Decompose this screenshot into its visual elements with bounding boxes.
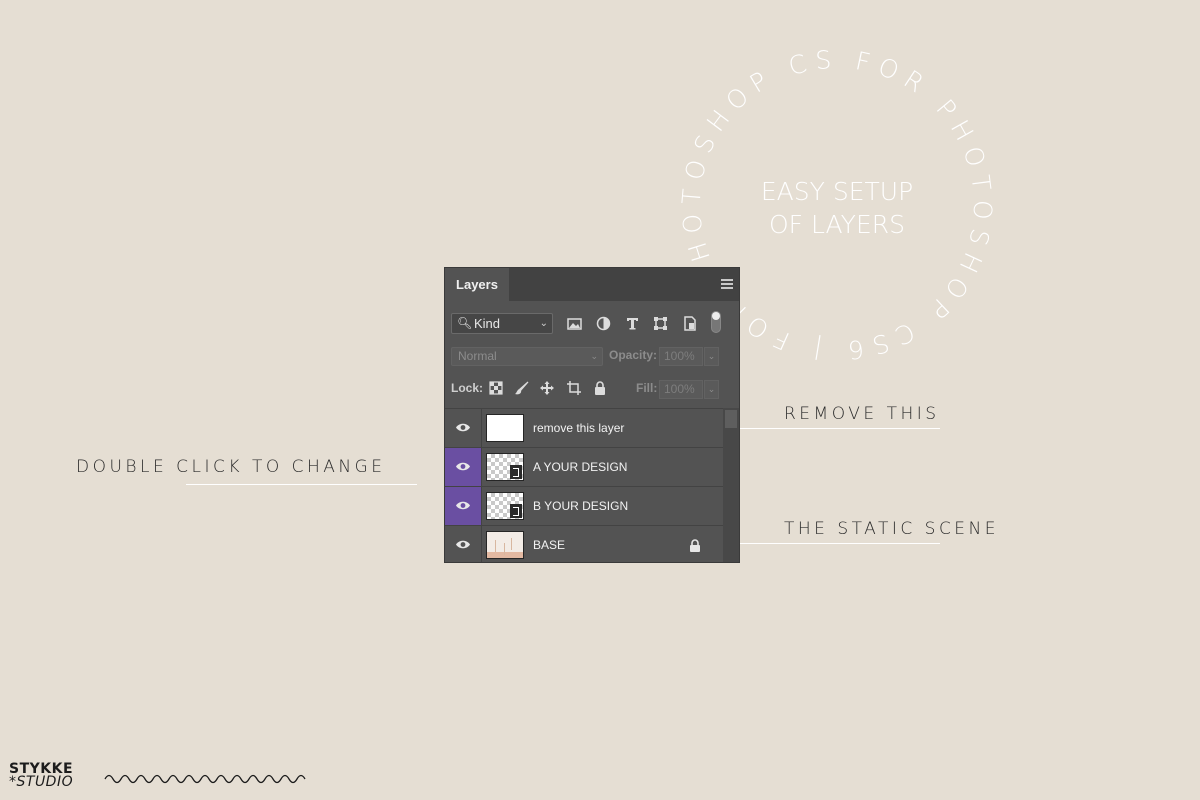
eye-icon — [456, 423, 470, 432]
visibility-toggle[interactable] — [445, 409, 482, 447]
filter-kind-label: Kind — [474, 316, 501, 331]
smart-object-thumbnail[interactable] — [486, 492, 524, 520]
type-layer-filter-icon[interactable] — [624, 315, 641, 332]
chevron-down-icon: ⌄ — [590, 351, 598, 361]
badge-title-line1: EASY SETUP — [761, 177, 913, 206]
layer-list-scrollbar[interactable] — [723, 408, 739, 562]
double-click-callout: DOUBLE CLICK TO CHANGE — [76, 457, 386, 477]
lock-position-move-icon[interactable] — [539, 380, 555, 396]
smart-object-thumbnail[interactable] — [486, 453, 524, 481]
layers-panel: Layers 🔍︎ Kind ⌄ Normal ⌄ Opacity: 100% … — [444, 267, 740, 563]
layer-name[interactable]: B YOUR DESIGN — [533, 487, 628, 525]
adjustment-layer-filter-icon[interactable] — [595, 315, 612, 332]
fill-dropdown-button[interactable]: ⌄ — [704, 380, 719, 399]
lock-label: Lock: — [451, 381, 484, 395]
opacity-dropdown-button[interactable]: ⌄ — [704, 347, 719, 366]
static-scene-pointer-line — [710, 543, 940, 544]
search-icon: 🔍︎ — [457, 316, 473, 330]
layer-list: remove this layer A YOUR DESIGN B YOUR D… — [445, 408, 723, 562]
lock-artboard-crop-icon[interactable] — [566, 380, 582, 396]
layer-thumbnail — [486, 414, 524, 442]
opacity-input[interactable]: 100% — [659, 347, 703, 366]
blend-mode-select[interactable]: Normal ⌄ — [451, 347, 603, 366]
chevron-down-icon: ⌄ — [539, 318, 548, 329]
static-scene-callout: THE STATIC SCENE — [784, 519, 1000, 539]
eye-icon — [456, 540, 470, 549]
layer-row-base[interactable]: BASE — [445, 525, 723, 562]
fill-label: Fill: — [636, 381, 658, 395]
decorative-wave-line — [104, 774, 306, 784]
brand-logo: STYKKE *STUDIO — [9, 762, 74, 790]
panel-tab-bar: Layers — [445, 268, 739, 302]
lock-icon — [690, 539, 700, 552]
lock-transparent-pixels-icon[interactable] — [488, 380, 504, 396]
double-click-pointer-line — [186, 484, 417, 485]
layer-row-a-design[interactable]: A YOUR DESIGN — [445, 447, 723, 486]
remove-this-pointer-line — [710, 428, 940, 429]
fill-input[interactable]: 100% — [659, 380, 703, 399]
smart-object-badge-icon — [510, 504, 522, 518]
eye-icon — [456, 501, 470, 510]
smart-object-badge-icon — [510, 465, 522, 479]
filter-toggle-switch[interactable] — [711, 311, 721, 333]
pixel-layer-filter-icon[interactable] — [566, 315, 583, 332]
eye-icon — [456, 462, 470, 471]
layer-name[interactable]: A YOUR DESIGN — [533, 448, 627, 486]
opacity-label: Opacity: — [609, 348, 658, 362]
layer-row-remove[interactable]: remove this layer — [445, 408, 723, 447]
remove-this-callout: REMOVE THIS — [784, 404, 940, 424]
smart-object-filter-icon[interactable] — [681, 315, 698, 332]
lock-all-icon[interactable] — [592, 380, 608, 396]
filter-kind-select[interactable]: 🔍︎ Kind ⌄ — [451, 313, 553, 334]
brand-line2: *STUDIO — [9, 774, 74, 790]
visibility-toggle[interactable] — [445, 526, 482, 562]
panel-menu-icon[interactable] — [721, 279, 733, 289]
shape-layer-filter-icon[interactable] — [652, 315, 669, 332]
layer-thumbnail — [486, 531, 524, 559]
blend-mode-value: Normal — [458, 349, 497, 363]
lock-image-pixels-brush-icon[interactable] — [514, 380, 530, 396]
visibility-toggle[interactable] — [445, 448, 482, 486]
layer-name[interactable]: BASE — [533, 526, 565, 562]
layer-name[interactable]: remove this layer — [533, 409, 624, 447]
visibility-toggle[interactable] — [445, 487, 482, 525]
tab-layers[interactable]: Layers — [445, 268, 509, 302]
layer-row-b-design[interactable]: B YOUR DESIGN — [445, 486, 723, 525]
badge-title-line2: OF LAYERS — [769, 210, 905, 239]
